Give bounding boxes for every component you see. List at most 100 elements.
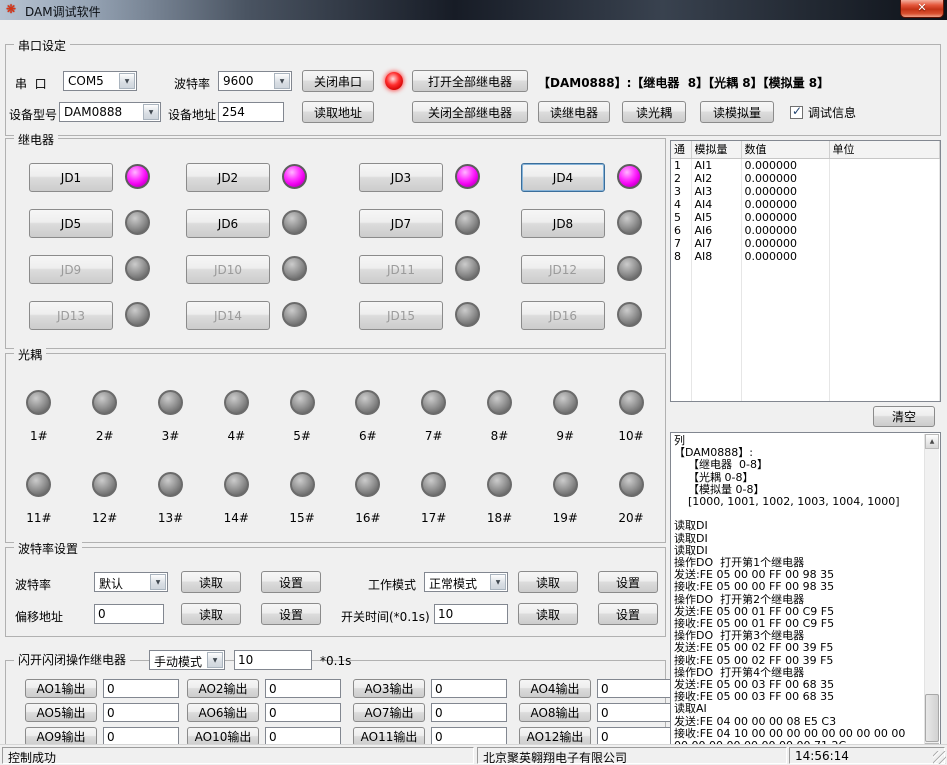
ao8-output-input[interactable]: [597, 703, 673, 722]
opto-cell: 6#: [335, 390, 401, 443]
opto-cell: 1#: [6, 390, 72, 443]
opto-row-1: 1#2#3#4#5#6#7#8#9#10#: [6, 390, 665, 443]
close-button[interactable]: ✕: [900, 0, 944, 18]
relay-button-jd5[interactable]: JD5: [29, 209, 113, 238]
close-icon: ✕: [917, 1, 926, 14]
opto-cell: 10#: [598, 390, 664, 443]
log-scrollbar[interactable]: ▲ ▼: [924, 434, 939, 758]
chevron-down-icon[interactable]: ▼: [119, 73, 135, 89]
com-port-select[interactable]: COM5 ▼: [63, 71, 137, 91]
baud-set-button[interactable]: 设置: [261, 571, 321, 593]
switch-time-read-button[interactable]: 读取: [518, 603, 578, 625]
scroll-thumb[interactable]: [925, 694, 939, 742]
switch-time-input[interactable]: [434, 604, 508, 624]
switch-time-set-button[interactable]: 设置: [598, 603, 658, 625]
relay-button-jd10[interactable]: JD10: [186, 255, 270, 284]
ao6-output-input[interactable]: [265, 703, 341, 722]
relay-button-jd12[interactable]: JD12: [521, 255, 605, 284]
analog-row[interactable]: 5AI50.000000: [671, 211, 940, 224]
chevron-down-icon[interactable]: ▼: [490, 574, 506, 590]
baud-read-button[interactable]: 读取: [181, 571, 241, 593]
opto-label: 10#: [618, 429, 643, 443]
analog-row[interactable]: 2AI20.000000: [671, 172, 940, 185]
relay-button-jd6[interactable]: JD6: [186, 209, 270, 238]
ao4-output-input[interactable]: [597, 679, 673, 698]
read-analog-button[interactable]: 读模拟量: [700, 101, 774, 123]
opto-cell: 4#: [203, 390, 269, 443]
device-model-select[interactable]: DAM0888 ▼: [59, 102, 161, 122]
baudrate-select[interactable]: 9600 ▼: [218, 71, 292, 91]
open-all-relays-button[interactable]: 打开全部继电器: [412, 70, 528, 92]
baud-default-select[interactable]: 默认 ▼: [94, 572, 168, 592]
relay-button-jd2[interactable]: JD2: [186, 163, 270, 192]
analog-row[interactable]: 3AI30.000000: [671, 185, 940, 198]
relay-button-jd13[interactable]: JD13: [29, 301, 113, 330]
ao7-output-button[interactable]: AO7输出: [353, 703, 425, 722]
close-all-relays-button[interactable]: 关闭全部继电器: [412, 101, 528, 123]
analog-row[interactable]: 1AI10.000000: [671, 158, 940, 172]
titlebar[interactable]: ❋ DAM调试软件 ✕: [0, 0, 947, 20]
relay-button-jd14[interactable]: JD14: [186, 301, 270, 330]
relay-button-jd3[interactable]: JD3: [359, 163, 443, 192]
ao4-output-button[interactable]: AO4输出: [519, 679, 591, 698]
flash-operate-group: 闪开闪闭操作继电器 手动模式 ▼ *0.1s AO1输出AO2输出AO3输出AO…: [5, 660, 666, 754]
col-channel: 通: [671, 141, 691, 158]
resize-grip[interactable]: [933, 751, 946, 764]
baudrate-label: 波特率: [174, 75, 210, 92]
serial-group-title: 串口设定: [14, 37, 70, 54]
relay-button-jd11[interactable]: JD11: [359, 255, 443, 284]
relay-cell: JD13: [29, 301, 186, 330]
relay-button-jd8[interactable]: JD8: [521, 209, 605, 238]
ao-cell: AO1输出: [25, 679, 187, 698]
analog-row[interactable]: 8AI80.000000: [671, 250, 940, 263]
col-value: 数值: [741, 141, 829, 158]
opto-cell: 16#: [335, 472, 401, 525]
device-address-input[interactable]: [218, 102, 284, 122]
debug-info-checkbox[interactable]: 调试信息: [790, 104, 856, 121]
work-mode-set-button[interactable]: 设置: [598, 571, 658, 593]
ao1-output-input[interactable]: [103, 679, 179, 698]
scroll-up-icon[interactable]: ▲: [925, 434, 939, 449]
relay-button-jd15[interactable]: JD15: [359, 301, 443, 330]
offset-address-input[interactable]: [94, 604, 164, 624]
ao7-output-input[interactable]: [431, 703, 507, 722]
ao3-output-button[interactable]: AO3输出: [353, 679, 425, 698]
relay-button-jd9[interactable]: JD9: [29, 255, 113, 284]
ao2-output-input[interactable]: [265, 679, 341, 698]
relay-button-jd16[interactable]: JD16: [521, 301, 605, 330]
opto-light-14: [224, 472, 249, 497]
chevron-down-icon[interactable]: ▼: [143, 104, 159, 120]
opto-label: 7#: [425, 429, 443, 443]
relay-button-jd1[interactable]: JD1: [29, 163, 113, 192]
analog-row[interactable]: 4AI40.000000: [671, 198, 940, 211]
chevron-down-icon[interactable]: ▼: [150, 574, 166, 590]
opto-label: 6#: [359, 429, 377, 443]
log-line: 发送:FE 05 00 02 FF 00 39 F5: [674, 642, 922, 654]
relay-button-jd7[interactable]: JD7: [359, 209, 443, 238]
analog-row[interactable]: 7AI70.000000: [671, 237, 940, 250]
work-mode-select[interactable]: 正常模式 ▼: [424, 572, 508, 592]
work-mode-read-button[interactable]: 读取: [518, 571, 578, 593]
ao5-output-button[interactable]: AO5输出: [25, 703, 97, 722]
read-address-button[interactable]: 读取地址: [302, 101, 374, 123]
ao2-output-button[interactable]: AO2输出: [187, 679, 259, 698]
serial-status-light: [385, 72, 403, 90]
close-serial-button[interactable]: 关闭串口: [302, 70, 374, 92]
opto-label: 18#: [487, 511, 512, 525]
offset-set-button[interactable]: 设置: [261, 603, 321, 625]
debug-log-panel[interactable]: 列【DAM0888】: 【继电器 0-8】 【光耦 0-8】 【模拟量 0-8】…: [670, 432, 941, 760]
offset-read-button[interactable]: 读取: [181, 603, 241, 625]
ao1-output-button[interactable]: AO1输出: [25, 679, 97, 698]
relay-cell: JD3: [359, 163, 521, 192]
ao6-output-button[interactable]: AO6输出: [187, 703, 259, 722]
opto-cell: 5#: [269, 390, 335, 443]
chevron-down-icon[interactable]: ▼: [274, 73, 290, 89]
read-relay-button[interactable]: 读继电器: [538, 101, 610, 123]
ao8-output-button[interactable]: AO8输出: [519, 703, 591, 722]
read-opto-button[interactable]: 读光耦: [622, 101, 686, 123]
ao5-output-input[interactable]: [103, 703, 179, 722]
clear-button[interactable]: 清空: [873, 406, 935, 427]
analog-row[interactable]: 6AI60.000000: [671, 224, 940, 237]
ao3-output-input[interactable]: [431, 679, 507, 698]
relay-button-jd4[interactable]: JD4: [521, 163, 605, 192]
